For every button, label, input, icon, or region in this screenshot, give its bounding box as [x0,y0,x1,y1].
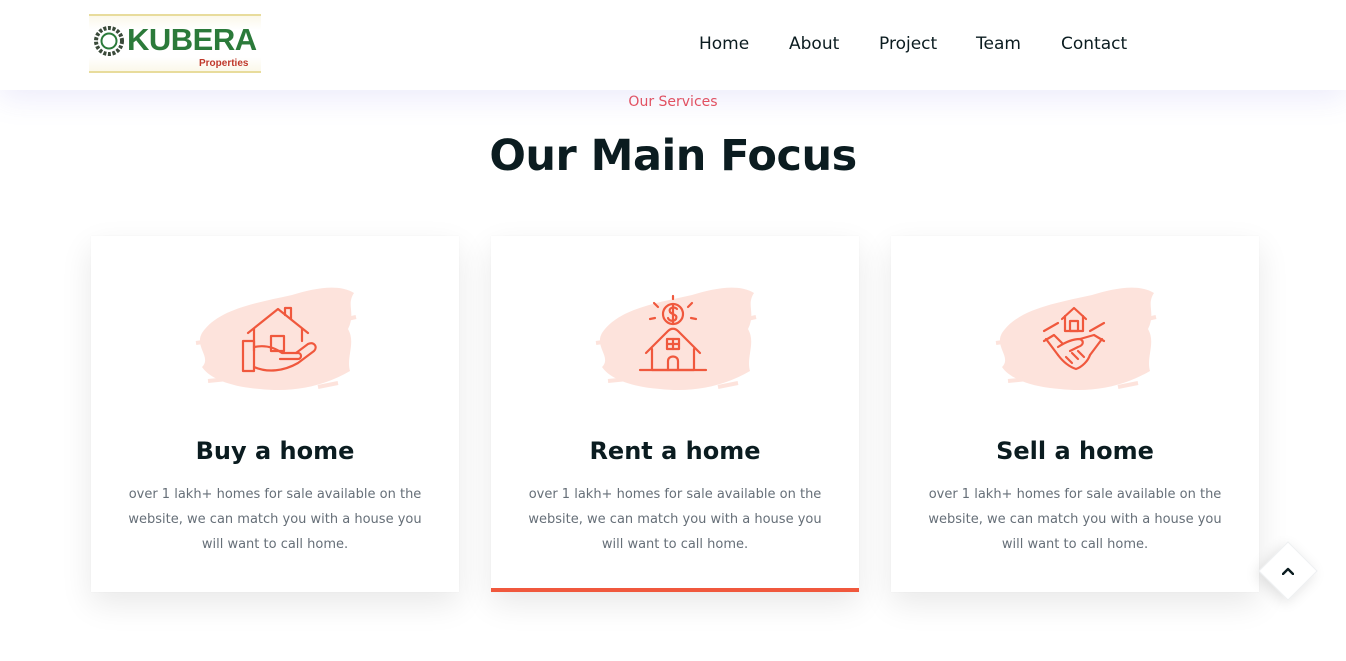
nav-link-about[interactable]: About [789,33,839,55]
nav-link-contact[interactable]: Contact [1061,33,1127,55]
service-card-buy[interactable]: Buy a home over 1 lakh+ homes for sale a… [91,236,459,592]
logo-name: KUBERA [127,22,257,57]
nav-link-project[interactable]: Project [879,33,937,55]
section-title: Our Main Focus [489,131,857,181]
chevron-up-icon [1277,560,1299,582]
kubera-logo[interactable]: KUBERA Properties [89,14,261,73]
card-title: Sell a home [996,437,1154,465]
card-description: over 1 lakh+ homes for sale available on… [528,487,822,552]
nav-link-team[interactable]: Team [976,33,1021,55]
logo-emblem-icon [94,26,124,56]
site-header: KUBERA Properties Home About Project Tea… [0,0,1346,90]
house-in-hand-icon [195,287,357,391]
section-eyebrow: Our Services [628,94,718,110]
card-title: Rent a home [589,437,761,465]
logo-subtitle: Properties [199,58,249,69]
house-handshake-icon [995,287,1157,391]
card-description: over 1 lakh+ homes for sale available on… [928,487,1222,552]
nav-link-home[interactable]: Home [699,33,749,55]
service-card-rent[interactable]: Rent a home over 1 lakh+ homes for sale … [491,236,859,592]
service-card-sell[interactable]: Sell a home over 1 lakh+ homes for sale … [891,236,1259,592]
card-description: over 1 lakh+ homes for sale available on… [128,487,422,552]
card-title: Buy a home [195,437,355,465]
house-dollar-icon [595,287,757,391]
